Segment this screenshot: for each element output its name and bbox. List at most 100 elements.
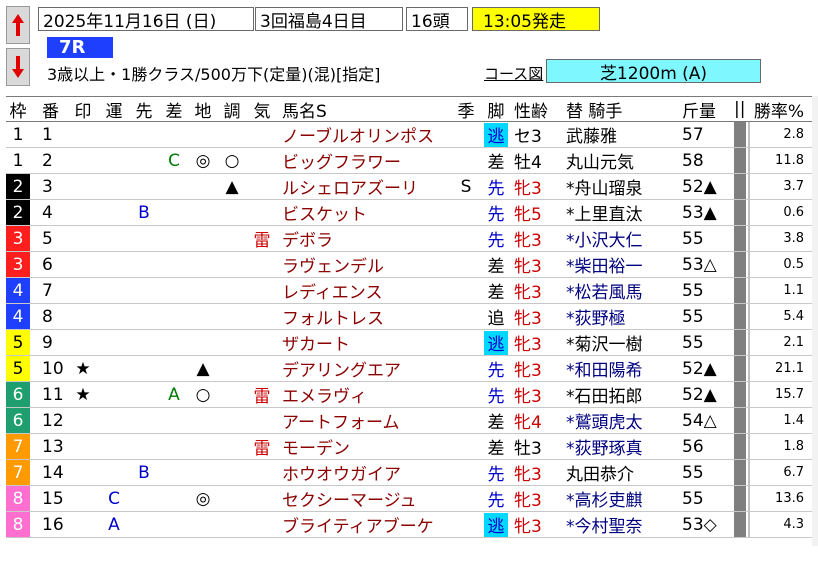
jockey[interactable]: *上里直汰 [554,200,670,225]
scrollbar[interactable] [812,96,818,546]
table-row[interactable]: 1 1 ノーブルオリンポス 逃セ3 武藤雅 57 2.8 [6,122,812,148]
jockey[interactable]: *荻野琢真 [554,434,670,459]
table-row[interactable]: 5 10 ★ ▲ デアリングエア 先牝3 *和田陽希 52▲ 21.1 [6,356,812,382]
mark-cell[interactable]: ★ [68,356,98,381]
horse-name[interactable]: ラヴェンデル [278,252,450,277]
table-row[interactable]: 7 14 B ホウオウガイア 先牝3 丸田恭介 55 6.7 [6,460,812,486]
jockey[interactable]: *柴田裕一 [554,252,670,277]
mark-cell[interactable] [68,174,98,199]
jockey[interactable]: *石田拓郎 [554,382,670,407]
horse-name-text[interactable]: ビッグフラワー [282,148,401,173]
mark-cell[interactable] [68,278,98,303]
table-row[interactable]: 5 9 ザカート 逃牝3 *菊沢一樹 55 2.1 [6,330,812,356]
mark-cell[interactable] [68,200,98,225]
prev-race-button[interactable] [6,6,30,44]
col-ki[interactable]: 気 [248,97,276,122]
jockey[interactable]: *鷲頭虎太 [554,408,670,433]
horse-name-text[interactable]: デボラ [282,226,333,251]
table-row[interactable]: 7 13 雷モーデン 差牡3 *荻野琢真 56 1.8 [6,434,812,460]
jockey[interactable]: *舟山瑠泉 [554,174,670,199]
horse-name-text[interactable]: アートフォーム [282,408,399,433]
col-sa[interactable]: 差 [160,97,188,122]
horse-name-text[interactable]: ノーブルオリンポス [282,122,434,147]
mark-cell[interactable] [68,252,98,277]
horse-name-text[interactable]: モーデン [282,434,350,459]
mark-cell[interactable] [68,122,98,147]
col-chi[interactable]: 地 [190,97,216,122]
jockey[interactable]: *松若風馬 [554,278,670,303]
jockey[interactable]: *今村聖奈 [554,512,670,537]
table-row[interactable]: 4 7 レディエンス 差牝3 *松若風馬 55 1.1 [6,278,812,304]
mark-cell[interactable] [68,460,98,485]
horse-name-text[interactable]: デアリングエア [282,356,401,381]
jockey[interactable]: *菊沢一樹 [554,330,670,355]
horse-name-text[interactable]: レディエンス [282,278,382,303]
horse-name[interactable]: セクシーマージュ [278,486,450,511]
mark-cell[interactable] [68,304,98,329]
horse-name[interactable]: デボラ [278,226,450,251]
col-waku[interactable]: 枠 [6,97,30,122]
next-race-button[interactable] [6,48,30,86]
mark-cell[interactable] [68,434,98,459]
horse-name-text[interactable]: ザカート [282,330,350,355]
horse-name[interactable]: デアリングエア [278,356,450,381]
horse-name[interactable]: アートフォーム [278,408,450,433]
horse-name[interactable]: ノーブルオリンポス [278,122,450,147]
col-kishu[interactable]: 替 騎手 [554,97,670,122]
table-row[interactable]: 8 15 C ◎ セクシーマージュ 先牝3 *高杉吏麒 55 13.6 [6,486,812,512]
horse-name[interactable]: ビスケット [278,200,450,225]
table-row[interactable]: 2 4 B ビスケット 先牝5 *上里直汰 53▲ 0.6 [6,200,812,226]
table-row[interactable]: 3 6 ラヴェンデル 差牝3 *柴田裕一 53△ 0.5 [6,252,812,278]
col-saki[interactable]: 先 [130,97,158,122]
table-row[interactable]: 8 16 A ブライティアブーケ 逃牝3 *今村聖奈 53◇ 4.3 [6,512,812,538]
col-kisetsu[interactable]: 季 [452,97,480,122]
mark-cell[interactable] [68,330,98,355]
col-cho[interactable]: 調 [218,97,246,122]
horse-name-text[interactable]: ルシェロアズーリ [282,174,418,199]
horse-name[interactable]: ルシェロアズーリ [278,174,450,199]
horse-name-text[interactable]: ビスケット [282,200,367,225]
horse-name[interactable]: エメラヴィ [278,382,450,407]
mark-cell[interactable] [68,512,98,537]
jockey[interactable]: *和田陽希 [554,356,670,381]
horse-name[interactable]: レディエンス [278,278,450,303]
col-shirushi[interactable]: 印 [68,97,98,122]
horse-name[interactable]: ザカート [278,330,450,355]
col-kyaku[interactable]: 脚 [482,97,510,122]
jockey[interactable]: *高杉吏麒 [554,486,670,511]
table-row[interactable]: 1 2 C ◎ ○ ビッグフラワー 差牡4 丸山元気 58 11.8 [6,148,812,174]
horse-name[interactable]: ブライティアブーケ [278,512,450,537]
col-seirei[interactable]: 性齢 [512,97,550,122]
horse-name-text[interactable]: フォルトレス [282,304,384,329]
mark-cell[interactable] [68,486,98,511]
jockey[interactable]: *小沢大仁 [554,226,670,251]
table-row[interactable]: 2 3 ▲ ルシェロアズーリ S 先牝3 *舟山瑠泉 52▲ 3.7 [6,174,812,200]
table-row[interactable]: 4 8 フォルトレス 追牝3 *荻野極 55 5.4 [6,304,812,330]
col-name[interactable]: 馬名S [278,97,450,122]
mark-cell[interactable] [68,148,98,173]
col-un[interactable]: 運 [100,97,128,122]
horse-name[interactable]: ホウオウガイア [278,460,450,485]
jockey[interactable]: 丸山元気 [554,148,670,173]
horse-name-text[interactable]: ブライティアブーケ [282,512,434,537]
mark-cell[interactable] [68,226,98,251]
jockey[interactable]: 武藤雅 [554,122,670,147]
horse-name[interactable]: ビッグフラワー [278,148,450,173]
table-row[interactable]: 6 11 ★ A ○ 雷エメラヴィ 先牝3 *石田拓郎 52▲ 15.7 [6,382,812,408]
col-kinryo[interactable]: 斤量 [674,97,732,122]
mark-cell[interactable] [68,408,98,433]
horse-name[interactable]: モーデン [278,434,450,459]
table-row[interactable]: 6 12 アートフォーム 差牝4 *鷲頭虎太 54△ 1.4 [6,408,812,434]
horse-name-text[interactable]: セクシーマージュ [282,486,416,511]
horse-name[interactable]: フォルトレス [278,304,450,329]
horse-name-text[interactable]: ラヴェンデル [282,252,384,277]
course-map-link[interactable]: コース図 [484,63,543,84]
mark-cell[interactable]: ★ [68,382,98,407]
table-row[interactable]: 3 5 雷デボラ 先牝3 *小沢大仁 55 3.8 [6,226,812,252]
col-ban[interactable]: 番 [32,97,66,122]
horse-name-text[interactable]: エメラヴィ [282,382,367,407]
col-rate[interactable]: 勝率% [748,97,812,122]
jockey[interactable]: *荻野極 [554,304,670,329]
jockey[interactable]: 丸田恭介 [554,460,670,485]
horse-name-text[interactable]: ホウオウガイア [282,460,401,485]
